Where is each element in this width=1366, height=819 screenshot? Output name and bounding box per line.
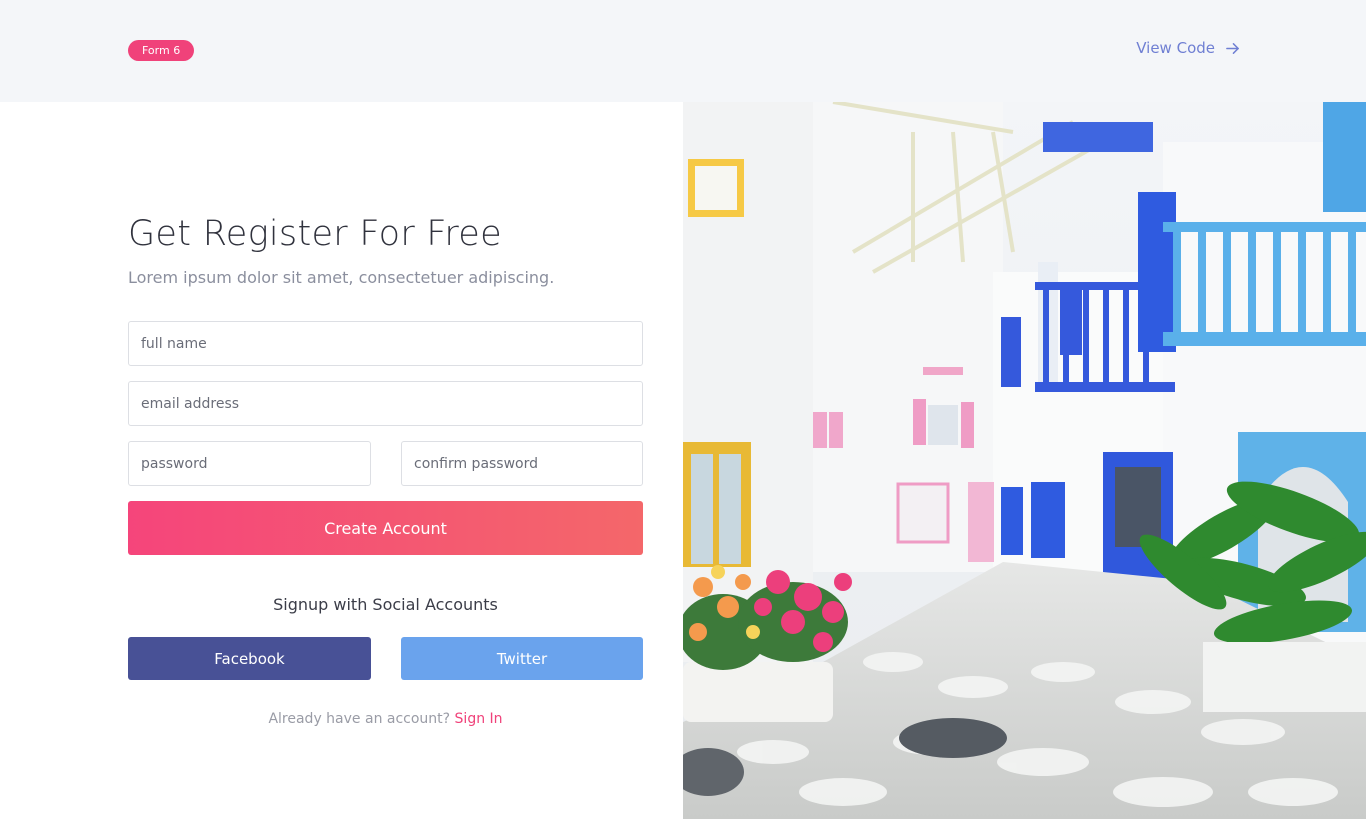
view-code-label: View Code [1136,39,1215,57]
full-name-input[interactable] [128,321,643,366]
page-title: Get Register For Free [128,214,502,254]
social-heading: Signup with Social Accounts [273,595,498,614]
email-input[interactable] [128,381,643,426]
page-subtitle: Lorem ipsum dolor sit amet, consectetuer… [128,268,555,287]
view-code-link[interactable]: View Code [1136,39,1240,57]
create-account-button[interactable]: Create Account [128,501,643,555]
password-input[interactable] [128,441,371,486]
signin-line: Already have an account? Sign In [128,711,643,727]
twitter-button[interactable]: Twitter [401,637,643,680]
facebook-button[interactable]: Facebook [128,637,371,680]
street-scene-illustration [683,102,1366,819]
top-bar: Form 6 View Code [0,0,1366,102]
arrow-right-icon [1226,42,1239,54]
form-badge: Form 6 [128,40,195,61]
signin-link[interactable]: Sign In [455,711,503,727]
hero-image [683,102,1366,819]
confirm-password-input[interactable] [401,441,643,486]
registration-panel: Get Register For Free Lorem ipsum dolor … [0,102,683,819]
signin-prompt: Already have an account? [268,711,451,727]
